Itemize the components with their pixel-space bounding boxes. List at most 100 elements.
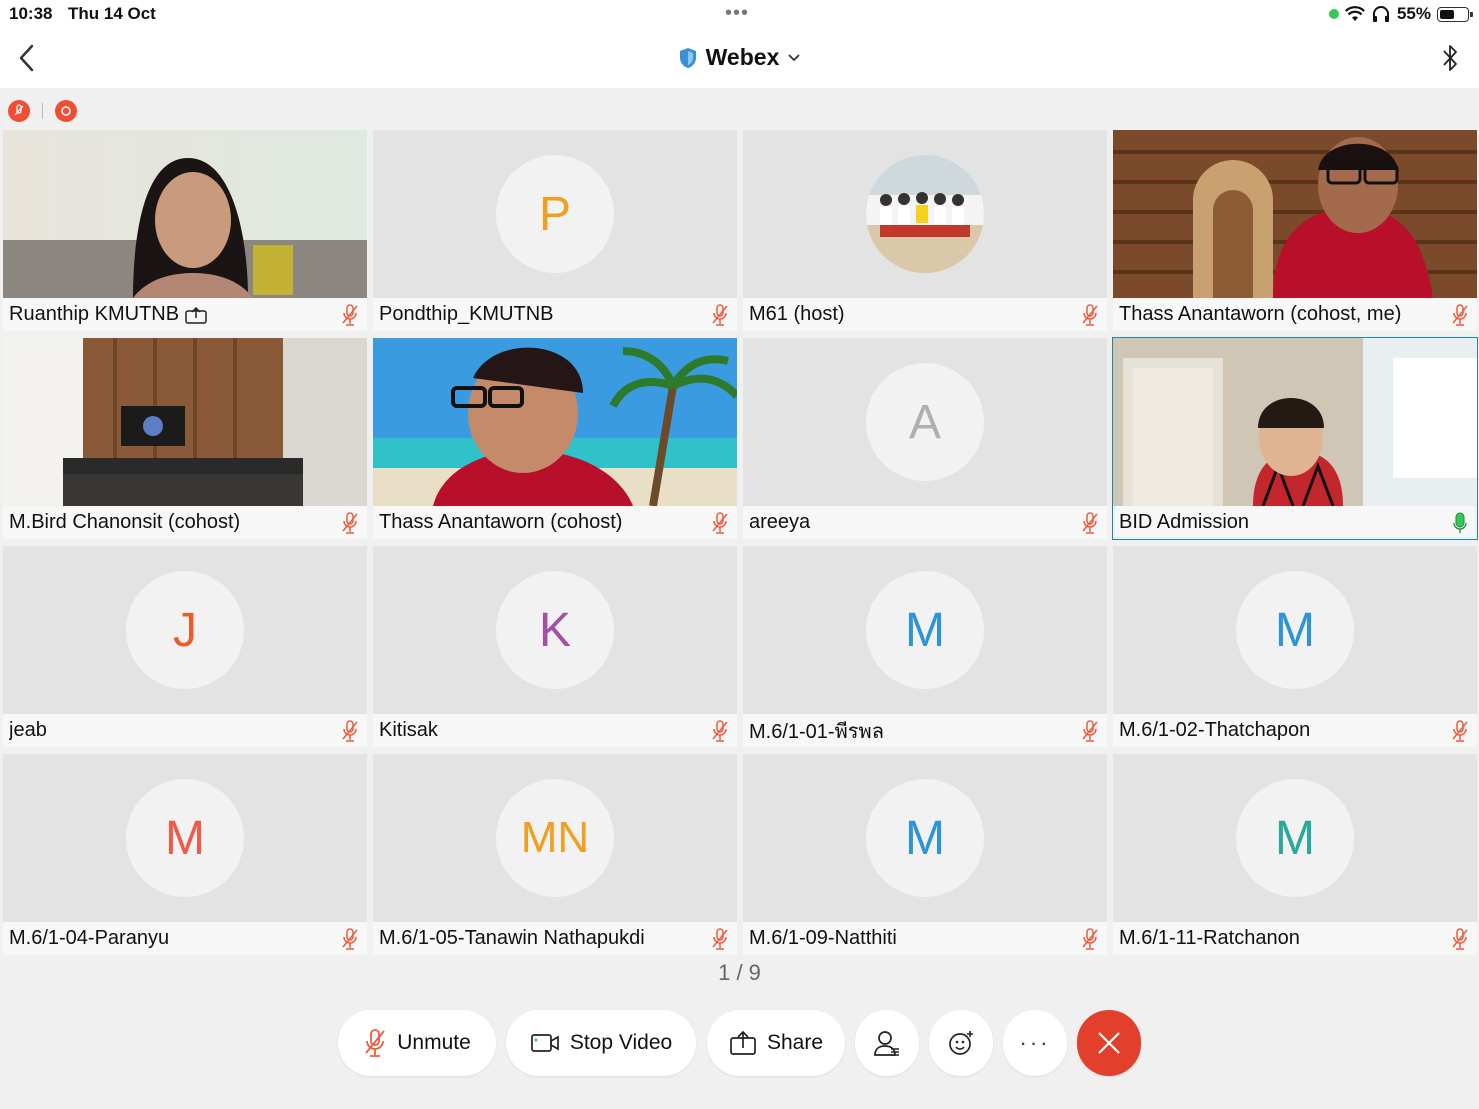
stop-video-button[interactable]: Stop Video (506, 1010, 696, 1076)
participant-tile[interactable]: A areeya (743, 338, 1107, 539)
participant-tile[interactable]: MN M.6/1-05-Tanawin Nathapukdi (373, 754, 737, 955)
participant-name: M.6/1-09-Natthiti (749, 927, 897, 949)
muted-mic-icon (1449, 303, 1471, 327)
recording-indicator-icon (55, 100, 77, 122)
share-icon (730, 1030, 756, 1055)
participant-footer: M.6/1-04-Paranyu (3, 922, 367, 955)
avatar-initials: M (1275, 603, 1315, 657)
meeting-title-button[interactable]: Webex (0, 44, 1479, 71)
participant-footer: M.6/1-05-Tanawin Nathapukdi (373, 922, 737, 955)
participant-name: M.6/1-05-Tanawin Nathapukdi (379, 927, 645, 949)
status-bar: 10:38 Thu 14 Oct ••• 55% (0, 0, 1479, 30)
participant-avatar: M (866, 571, 984, 689)
reactions-button[interactable] (929, 1010, 993, 1076)
participant-avatar: J (126, 571, 244, 689)
muted-mic-icon (709, 303, 731, 327)
muted-mic-icon (365, 1029, 385, 1057)
muted-mic-icon (339, 303, 361, 327)
participant-name: jeab (9, 719, 47, 741)
end-call-button[interactable] (1077, 1010, 1141, 1076)
camera-in-use-icon (1328, 9, 1339, 19)
multitasking-dots-icon[interactable]: ••• (725, 2, 749, 25)
status-time: 10:38 (9, 4, 53, 23)
participant-footer: M.6/1-01-พีรพล (743, 714, 1107, 747)
participant-video (1113, 338, 1477, 506)
participant-tile[interactable]: M M.6/1-09-Natthiti (743, 754, 1107, 955)
participant-footer: Pondthip_KMUTNB (373, 298, 737, 331)
participant-tile[interactable]: M.Bird Chanonsit (cohost) (3, 338, 367, 539)
participant-footer: areeya (743, 506, 1107, 539)
participant-avatar: P (496, 155, 614, 273)
muted-indicator-icon (8, 100, 30, 122)
page-indicator: 1 / 9 (718, 960, 761, 985)
live-mic-icon (1449, 511, 1471, 535)
participant-name: Thass Anantaworn (cohost, me) (1119, 303, 1402, 325)
avatar-initials: A (908, 395, 941, 449)
participant-tile[interactable]: Thass Anantaworn (cohost) (373, 338, 737, 539)
participant-tile[interactable]: Ruanthip KMUTNB (3, 130, 367, 331)
meeting-controls: Unmute Stop Video Share ··· (0, 1010, 1479, 1076)
muted-mic-icon (709, 511, 731, 535)
muted-mic-icon (1449, 719, 1471, 743)
muted-mic-icon (1079, 927, 1101, 951)
close-icon (1098, 1032, 1120, 1054)
participant-tile[interactable]: M M.6/1-04-Paranyu (3, 754, 367, 955)
chevron-down-icon (788, 53, 800, 61)
participant-avatar: K (496, 571, 614, 689)
group-photo (866, 155, 984, 273)
muted-mic-icon (709, 719, 731, 743)
participant-footer: Thass Anantaworn (cohost) (373, 506, 737, 539)
share-button[interactable]: Share (707, 1010, 845, 1076)
participants-icon (874, 1031, 899, 1056)
participant-avatar: MN (496, 779, 614, 897)
battery-icon (1437, 6, 1473, 22)
muted-mic-icon (339, 927, 361, 951)
shield-icon (679, 47, 696, 68)
unmute-button[interactable]: Unmute (338, 1010, 496, 1076)
bluetooth-icon[interactable] (1437, 42, 1463, 74)
participant-footer: M.6/1-11-Ratchanon (1113, 922, 1477, 955)
avatar-initials: M (1275, 811, 1315, 865)
participant-tile[interactable]: M M.6/1-11-Ratchanon (1113, 754, 1477, 955)
participant-name: BID Admission (1119, 511, 1250, 533)
participant-name: Thass Anantaworn (cohost) (379, 511, 623, 533)
participant-tile[interactable]: P Pondthip_KMUTNB (373, 130, 737, 331)
meeting-indicators (8, 100, 77, 122)
participant-name: M.6/1-04-Paranyu (9, 927, 170, 949)
participant-video (1113, 130, 1477, 298)
participant-name: Kitisak (379, 719, 438, 741)
participant-footer: BID Admission (1113, 506, 1477, 539)
participant-avatar: M (126, 779, 244, 897)
participant-name: Pondthip_KMUTNB (379, 303, 554, 325)
muted-mic-icon (1079, 511, 1101, 535)
muted-mic-icon (1449, 927, 1471, 951)
participant-tile[interactable]: M M.6/1-01-พีรพล (743, 546, 1107, 747)
participant-footer: M61 (host) (743, 298, 1107, 331)
participant-name: M61 (host) (749, 303, 845, 325)
avatar-initials: M (905, 811, 945, 865)
participant-tile[interactable]: J jeab (3, 546, 367, 747)
participant-footer: Thass Anantaworn (cohost, me) (1113, 298, 1477, 331)
avatar-initials: M (905, 603, 945, 657)
active-speaker-tile[interactable]: BID Admission (1112, 337, 1478, 540)
participant-tile[interactable]: Thass Anantaworn (cohost, me) (1113, 130, 1477, 331)
avatar-initials: K (538, 603, 571, 657)
wifi-icon (1344, 6, 1365, 21)
participant-tile[interactable]: M M.6/1-02-Thatchapon (1113, 546, 1477, 747)
participant-tile[interactable]: K Kitisak (373, 546, 737, 747)
participant-name: M.Bird Chanonsit (cohost) (9, 511, 241, 533)
participant-footer: M.Bird Chanonsit (cohost) (3, 506, 367, 539)
battery-percent: 55% (1396, 4, 1431, 23)
avatar-initials: MN (520, 813, 590, 862)
more-options-button[interactable]: ··· (1003, 1010, 1067, 1076)
muted-mic-icon (709, 927, 731, 951)
participant-avatar: M (1236, 779, 1354, 897)
participant-tile[interactable]: M61 (host) (743, 130, 1107, 331)
indicator-divider (42, 103, 43, 119)
muted-mic-icon (1079, 719, 1101, 743)
participants-button[interactable] (855, 1010, 919, 1076)
unmute-label: Unmute (397, 1031, 471, 1054)
participant-name: areeya (749, 511, 811, 533)
nav-bar: Webex (0, 30, 1479, 88)
participant-name: Ruanthip KMUTNB (9, 303, 333, 326)
